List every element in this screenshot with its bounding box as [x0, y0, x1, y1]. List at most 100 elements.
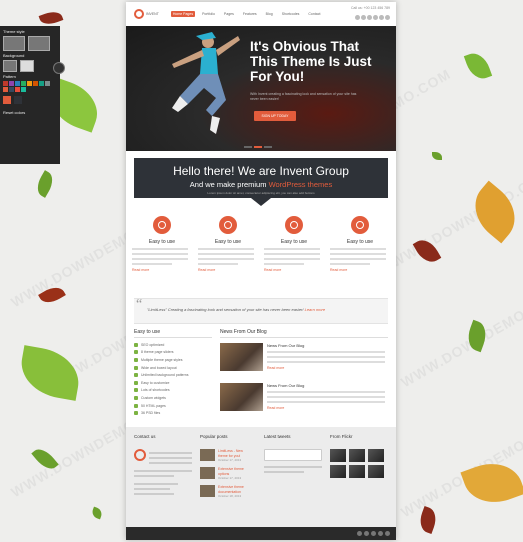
color-swatch[interactable]: [3, 81, 8, 86]
facebook-icon[interactable]: [355, 15, 360, 20]
footer-contact: [134, 449, 192, 495]
nav-item[interactable]: Shortcodes: [280, 11, 302, 17]
flickr-thumb[interactable]: [349, 449, 365, 462]
read-more-link[interactable]: Read more: [264, 268, 324, 272]
blog-post-body: News From Our Blog Read more: [267, 343, 385, 371]
color-swatch[interactable]: [3, 87, 8, 92]
linkedin-icon[interactable]: [373, 15, 378, 20]
feature-text-line: [132, 253, 188, 255]
feature-block: Easy to use Read more: [330, 216, 390, 272]
linkedin-icon[interactable]: [378, 531, 383, 536]
layout-boxed-thumb[interactable]: [28, 36, 50, 51]
nav-item[interactable]: Features: [241, 11, 259, 17]
feature-icon: [285, 216, 303, 234]
flickr-thumb[interactable]: [330, 465, 346, 478]
popular-post-thumb[interactable]: [200, 449, 215, 461]
popular-post-title[interactable]: Extensive theme documentation: [218, 485, 248, 494]
color-swatch[interactable]: [21, 87, 26, 92]
gear-icon[interactable]: [53, 62, 65, 74]
slider-dot[interactable]: [254, 146, 262, 148]
blog-post: News From Our Blog Read more: [220, 383, 388, 411]
reset-colors-button[interactable]: Reset colors: [3, 110, 57, 115]
color-swatch[interactable]: [15, 87, 20, 92]
color-swatch[interactable]: [15, 81, 20, 86]
accent-swatch[interactable]: [3, 96, 11, 104]
intro-banner: Hello there! We are Invent Group And we …: [134, 158, 388, 198]
blog-post-text-line: [267, 396, 385, 398]
popular-post-date: October 18, 2013: [218, 494, 242, 498]
color-swatch[interactable]: [9, 87, 14, 92]
nav-item[interactable]: Home Pages: [170, 11, 196, 17]
style-switcher-panel: Theme style Background Pattern Reset col…: [0, 26, 65, 164]
background-thumb[interactable]: [3, 60, 17, 72]
blog-post-text-line: [267, 351, 385, 353]
flickr-thumb[interactable]: [349, 465, 365, 478]
read-more-link[interactable]: Read more: [198, 268, 258, 272]
logo[interactable]: INVENT: [134, 9, 159, 19]
intro-subtitle: And we make premium WordPress themes: [189, 180, 333, 189]
nav-item[interactable]: Pages: [222, 11, 236, 17]
accent-swatch[interactable]: [14, 96, 22, 104]
google-plus-icon[interactable]: [371, 531, 376, 536]
list-item: SEO optimized: [134, 341, 212, 349]
feature-text-line: [132, 258, 188, 260]
list-item: 36 PSD files: [134, 409, 212, 417]
blog-post-body: News From Our Blog Read more: [267, 383, 385, 411]
color-swatch[interactable]: [21, 81, 26, 86]
logo-text: INVENT: [146, 12, 159, 16]
read-more-link[interactable]: Read more: [267, 366, 385, 370]
nav-item[interactable]: Contact: [306, 11, 322, 17]
nav-item[interactable]: Portfolio: [200, 11, 217, 17]
popular-post-thumb[interactable]: [200, 467, 215, 479]
hero-headline: It's Obvious That This Theme Is Just For…: [250, 39, 372, 84]
read-more-link[interactable]: Read more: [267, 406, 385, 410]
color-swatch[interactable]: [33, 81, 38, 86]
blog-post-title[interactable]: News From Our Blog: [267, 343, 385, 348]
footer-contact-title: Contact us: [134, 434, 156, 439]
google-plus-icon[interactable]: [367, 15, 372, 20]
popular-post: Extensive theme options October 17, 2013: [200, 467, 258, 480]
feature-title: Easy to use: [214, 239, 242, 245]
flickr-thumb[interactable]: [368, 449, 384, 462]
list-item-label: Unlimited background patterns: [141, 373, 189, 378]
popular-post-thumb[interactable]: [200, 485, 215, 497]
quote-link[interactable]: Learn more: [305, 307, 325, 312]
twitter-icon[interactable]: [361, 15, 366, 20]
feature-block: Easy to use Read more: [198, 216, 258, 272]
list-item-label: Wide and boxed layout: [141, 365, 177, 370]
read-more-link[interactable]: Read more: [330, 268, 390, 272]
color-swatch[interactable]: [45, 81, 50, 86]
blog-post-image[interactable]: [220, 383, 263, 411]
leaf-decoration: [90, 506, 104, 520]
color-swatch[interactable]: [9, 81, 14, 86]
flickr-thumb[interactable]: [330, 449, 346, 462]
popular-post: LimitLess - New theme for you! October 17…: [200, 449, 258, 462]
popular-post-title[interactable]: LimitLess - New theme for you!: [218, 449, 248, 458]
color-swatch[interactable]: [39, 81, 44, 86]
check-icon: [134, 365, 138, 370]
feature-text-line: [330, 253, 386, 255]
intro-title: Hello there! We are Invent Group: [173, 164, 349, 178]
blog-post-title[interactable]: News From Our Blog: [267, 383, 385, 388]
layout-wide-thumb[interactable]: [3, 36, 25, 51]
color-swatch[interactable]: [27, 81, 32, 86]
vimeo-icon[interactable]: [385, 15, 390, 20]
list-item-label: 8 theme page sliders: [141, 350, 174, 355]
sign-up-button[interactable]: SIGN UP TODAY: [254, 111, 296, 121]
slider-dot[interactable]: [264, 146, 272, 148]
rss-icon[interactable]: [379, 15, 384, 20]
flickr-thumb[interactable]: [368, 465, 384, 478]
feature-text-line: [198, 248, 254, 250]
slider-dot[interactable]: [244, 146, 252, 148]
read-more-link[interactable]: Read more: [132, 268, 192, 272]
background-thumb[interactable]: [20, 60, 34, 72]
rss-icon[interactable]: [385, 531, 390, 536]
feature-icon: [153, 216, 171, 234]
nav-item[interactable]: Blog: [264, 11, 275, 17]
facebook-icon[interactable]: [357, 531, 362, 536]
twitter-icon[interactable]: [364, 531, 369, 536]
blog-post-image[interactable]: [220, 343, 263, 371]
popular-post-title[interactable]: Extensive theme options: [218, 467, 248, 476]
logo-icon: [134, 9, 144, 19]
tweet-search-input[interactable]: [264, 449, 322, 461]
